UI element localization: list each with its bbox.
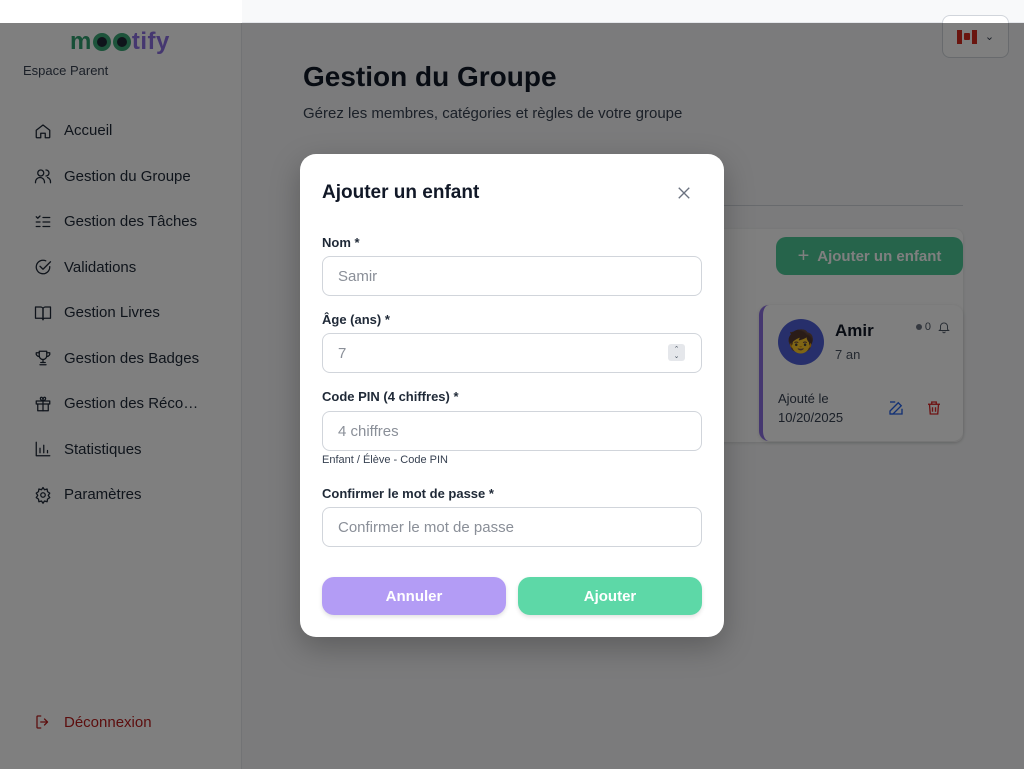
age-input[interactable]: [322, 333, 702, 373]
chevron-down-icon: ⌄: [673, 352, 680, 360]
name-input[interactable]: [322, 256, 702, 296]
pin-input[interactable]: [322, 411, 702, 451]
add-child-modal: Ajouter un enfant Nom * Âge (ans) * ⌃ ⌄ …: [300, 154, 724, 637]
modal-title: Ajouter un enfant: [322, 182, 480, 203]
top-bar-left: [0, 0, 242, 23]
cancel-button[interactable]: Annuler: [322, 577, 506, 615]
confirm-label: Confirmer le mot de passe *: [322, 486, 494, 501]
chevron-up-icon: ⌃: [673, 345, 680, 353]
age-stepper[interactable]: ⌃ ⌄: [668, 344, 685, 361]
close-button[interactable]: [675, 184, 693, 202]
close-icon: [678, 187, 690, 199]
name-label: Nom *: [322, 235, 360, 250]
pin-label: Code PIN (4 chiffres) *: [322, 389, 459, 404]
submit-button[interactable]: Ajouter: [518, 577, 702, 615]
top-bar: [0, 0, 1024, 23]
pin-hint: Enfant / Élève - Code PIN: [322, 454, 448, 466]
confirm-password-input[interactable]: [322, 507, 702, 547]
age-label: Âge (ans) *: [322, 312, 390, 327]
